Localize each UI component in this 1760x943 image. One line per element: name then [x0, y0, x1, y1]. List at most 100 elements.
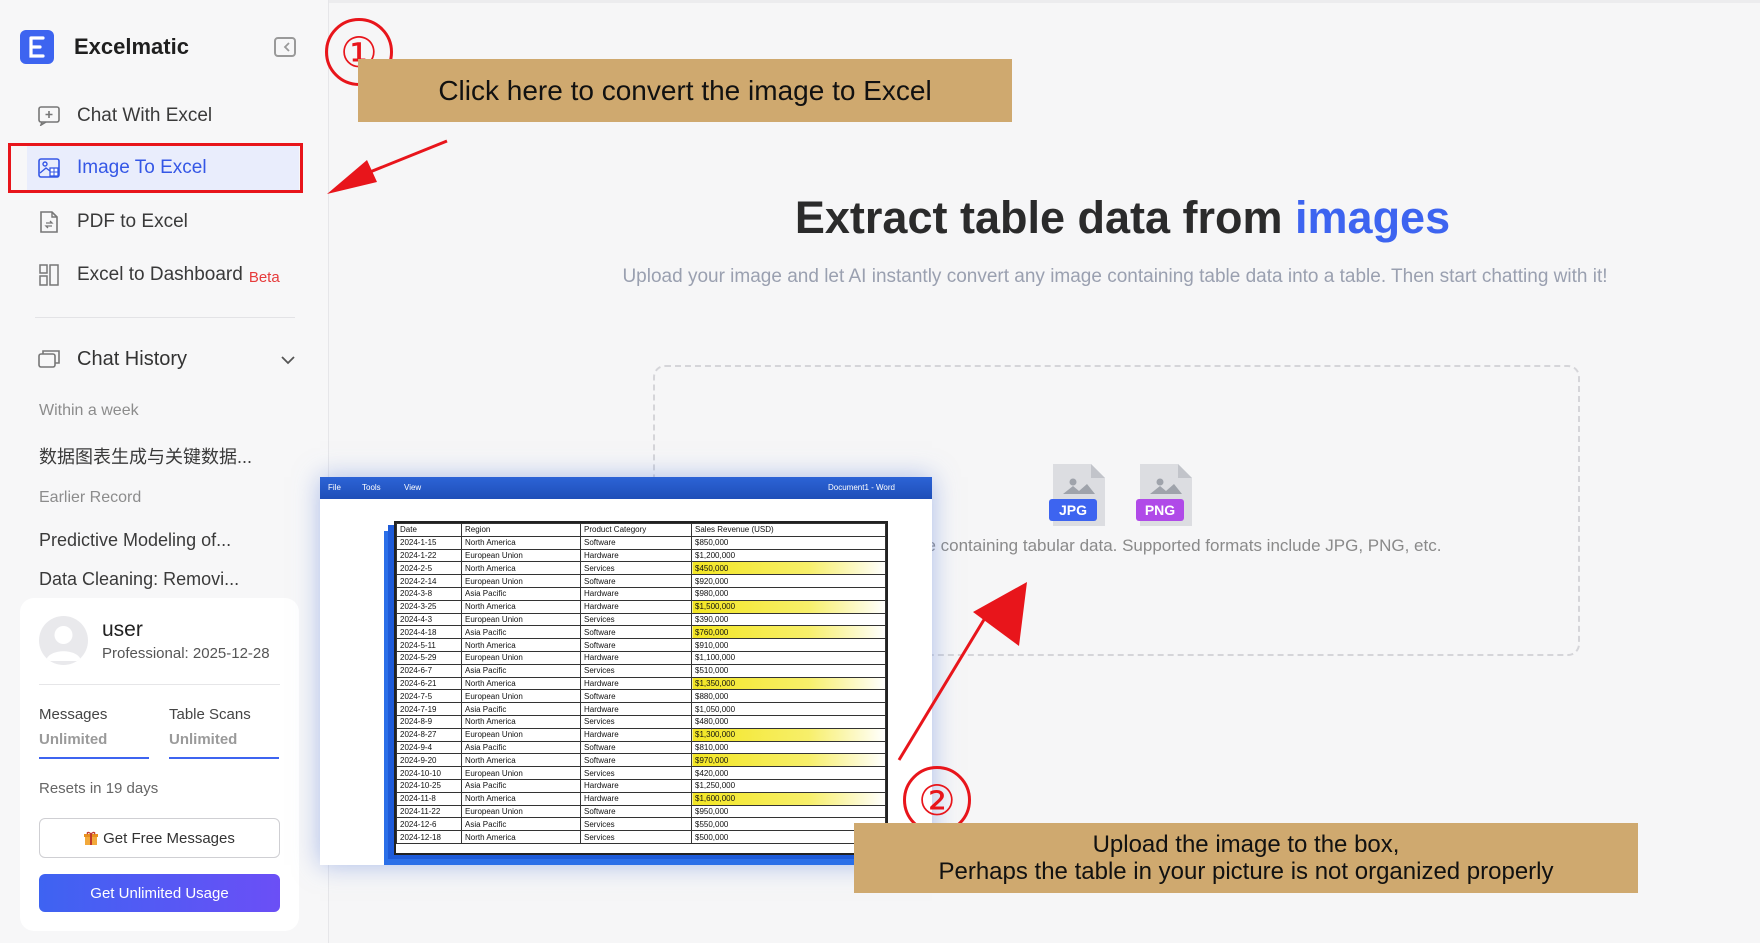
step-1-callout: Click here to convert the image to Excel: [358, 59, 1012, 122]
get-free-messages-label: Get Free Messages: [103, 829, 235, 847]
table-cell: Software: [580, 804, 692, 819]
table-row: 2024-10-10 European Union Services $420,000: [396, 766, 886, 780]
table-header-row: Date Region Product Category Sales Reven…: [396, 523, 886, 537]
gift-icon: [84, 831, 99, 846]
nav-excel-to-dashboard[interactable]: Excel to Dashboard Beta: [27, 253, 299, 297]
table-row: 2024-6-7 Asia Pacific Services $510,000: [396, 663, 886, 678]
table-cell: Hardware: [580, 778, 692, 793]
user-name: user: [102, 618, 143, 641]
messages-label: Messages: [39, 706, 108, 723]
table-row: 2024-12-6 Asia Pacific Services $550,000: [396, 817, 886, 832]
table-cell: $920,000: [691, 574, 886, 588]
get-unlimited-usage-button[interactable]: Get Unlimited Usage: [39, 874, 280, 912]
table-cell: 2024-8-27: [396, 727, 462, 742]
chat-history-toggle[interactable]: Chat History: [27, 339, 299, 379]
table-cell: European Union: [461, 766, 581, 780]
header-cell: Product Category: [580, 523, 692, 537]
table-row: 2024-4-3 European Union Services $390,000: [396, 612, 886, 627]
table-cell: 2024-9-4: [396, 740, 462, 755]
table-cell: 2024-6-7: [396, 663, 462, 678]
table-cell: $760,000: [691, 625, 886, 640]
sidebar: Excelmatic Chat With Excel Image To Exce…: [0, 0, 329, 943]
table-body: 2024-1-15 North America Software $850,000 20…: [396, 535, 886, 844]
table-cell: European Union: [461, 650, 581, 665]
nav-label: Chat With Excel: [77, 105, 213, 126]
table-cell: North America: [461, 599, 581, 614]
table-cell: Software: [580, 689, 692, 704]
table-cell: 2024-2-5: [396, 561, 462, 576]
table-cell: $1,100,000: [691, 650, 886, 665]
table-row: 2024-9-20 North America Software $970,000: [396, 753, 886, 768]
table-cell: 2024-1-22: [396, 548, 462, 563]
menu-view: View: [404, 483, 422, 492]
table-cell: 2024-5-29: [396, 650, 462, 665]
table-cell: European Union: [461, 804, 581, 819]
messages-value: Unlimited: [39, 731, 108, 748]
history-item[interactable]: Predictive Modeling of...: [39, 530, 231, 551]
table-cell: Hardware: [580, 791, 692, 806]
png-label: PNG: [1145, 502, 1175, 518]
card-divider: [39, 684, 280, 685]
history-group-label: Earlier Record: [39, 489, 142, 506]
page-subtitle: Upload your image and let AI instantly c…: [622, 266, 1608, 287]
header-cell: Sales Revenue (USD): [691, 523, 886, 537]
sample-table-frame: Date Region Product Category Sales Reven…: [394, 521, 888, 855]
table-cell: 2024-11-22: [396, 804, 462, 819]
annotation-arrow-left: [327, 139, 448, 194]
table-cell: 2024-9-20: [396, 753, 462, 768]
history-item[interactable]: Data Cleaning: Removi...: [39, 569, 239, 590]
chevron-down-icon: [281, 348, 295, 371]
table-cell: $910,000: [691, 638, 886, 652]
avatar[interactable]: [39, 616, 88, 665]
user-card: user Professional: 2025-12-28 Messages U…: [20, 598, 299, 931]
table-cell: 2024-2-14: [396, 574, 462, 588]
table-cell: North America: [461, 753, 581, 768]
table-cell: Software: [580, 638, 692, 652]
table-cell: North America: [461, 535, 581, 550]
sample-table-image: File Tools View Document1 - Word Date Re…: [320, 477, 932, 865]
table-row: 2024-2-14 European Union Software $920,000: [396, 574, 886, 588]
nav-chat-with-excel[interactable]: Chat With Excel: [27, 94, 299, 138]
table-cell: 2024-12-6: [396, 817, 462, 832]
table-cell: European Union: [461, 727, 581, 742]
table-row: 2024-3-8 Asia Pacific Hardware $980,000: [396, 586, 886, 601]
history-item[interactable]: 数据图表生成与关键数据...: [39, 443, 252, 469]
menu-file: File: [328, 483, 341, 492]
table-cell: North America: [461, 714, 581, 729]
messages-bar: [39, 757, 149, 759]
word-title-bar: File Tools View Document1 - Word: [320, 477, 932, 499]
dropzone-hint: ge containing tabular data. Supported fo…: [917, 536, 1442, 555]
table-cell: $980,000: [691, 586, 886, 601]
sidebar-divider: [35, 317, 295, 318]
table-cell: North America: [461, 561, 581, 576]
pdf-file-icon: [37, 210, 61, 234]
table-cell: 2024-6-21: [396, 676, 462, 691]
table-cell: 2024-12-18: [396, 830, 462, 844]
app-name: Excelmatic: [74, 34, 189, 59]
table-cell: Asia Pacific: [461, 817, 581, 832]
table-cell: $420,000: [691, 766, 886, 780]
nav-label: PDF to Excel: [77, 211, 188, 232]
table-row: 2024-5-11 North America Software $910,000: [396, 638, 886, 652]
nav-pdf-to-excel[interactable]: PDF to Excel: [27, 200, 299, 244]
table-scans-label: Table Scans: [169, 706, 251, 723]
table-cell: 2024-1-15: [396, 535, 462, 550]
document-title: Document1 - Word: [828, 483, 895, 492]
table-cell: Software: [580, 753, 692, 768]
table-cell: Services: [580, 612, 692, 627]
table-row: 2024-3-25 North America Hardware $1,500,000: [396, 599, 886, 614]
table-cell: Asia Pacific: [461, 702, 581, 716]
table-cell: Services: [580, 714, 692, 729]
table-cell: $810,000: [691, 740, 886, 755]
jpg-label: JPG: [1059, 502, 1087, 518]
table-cell: $1,500,000: [691, 599, 886, 614]
table-cell: $850,000: [691, 535, 886, 550]
brand[interactable]: Excelmatic: [20, 30, 189, 64]
table-scans-bar: [169, 757, 279, 759]
table-cell: Hardware: [580, 599, 692, 614]
table-cell: $390,000: [691, 612, 886, 627]
collapse-sidebar-icon[interactable]: [274, 37, 296, 57]
table-cell: 2024-3-25: [396, 599, 462, 614]
get-free-messages-button[interactable]: Get Free Messages: [39, 818, 280, 858]
table-row: 2024-4-18 Asia Pacific Software $760,000: [396, 625, 886, 640]
